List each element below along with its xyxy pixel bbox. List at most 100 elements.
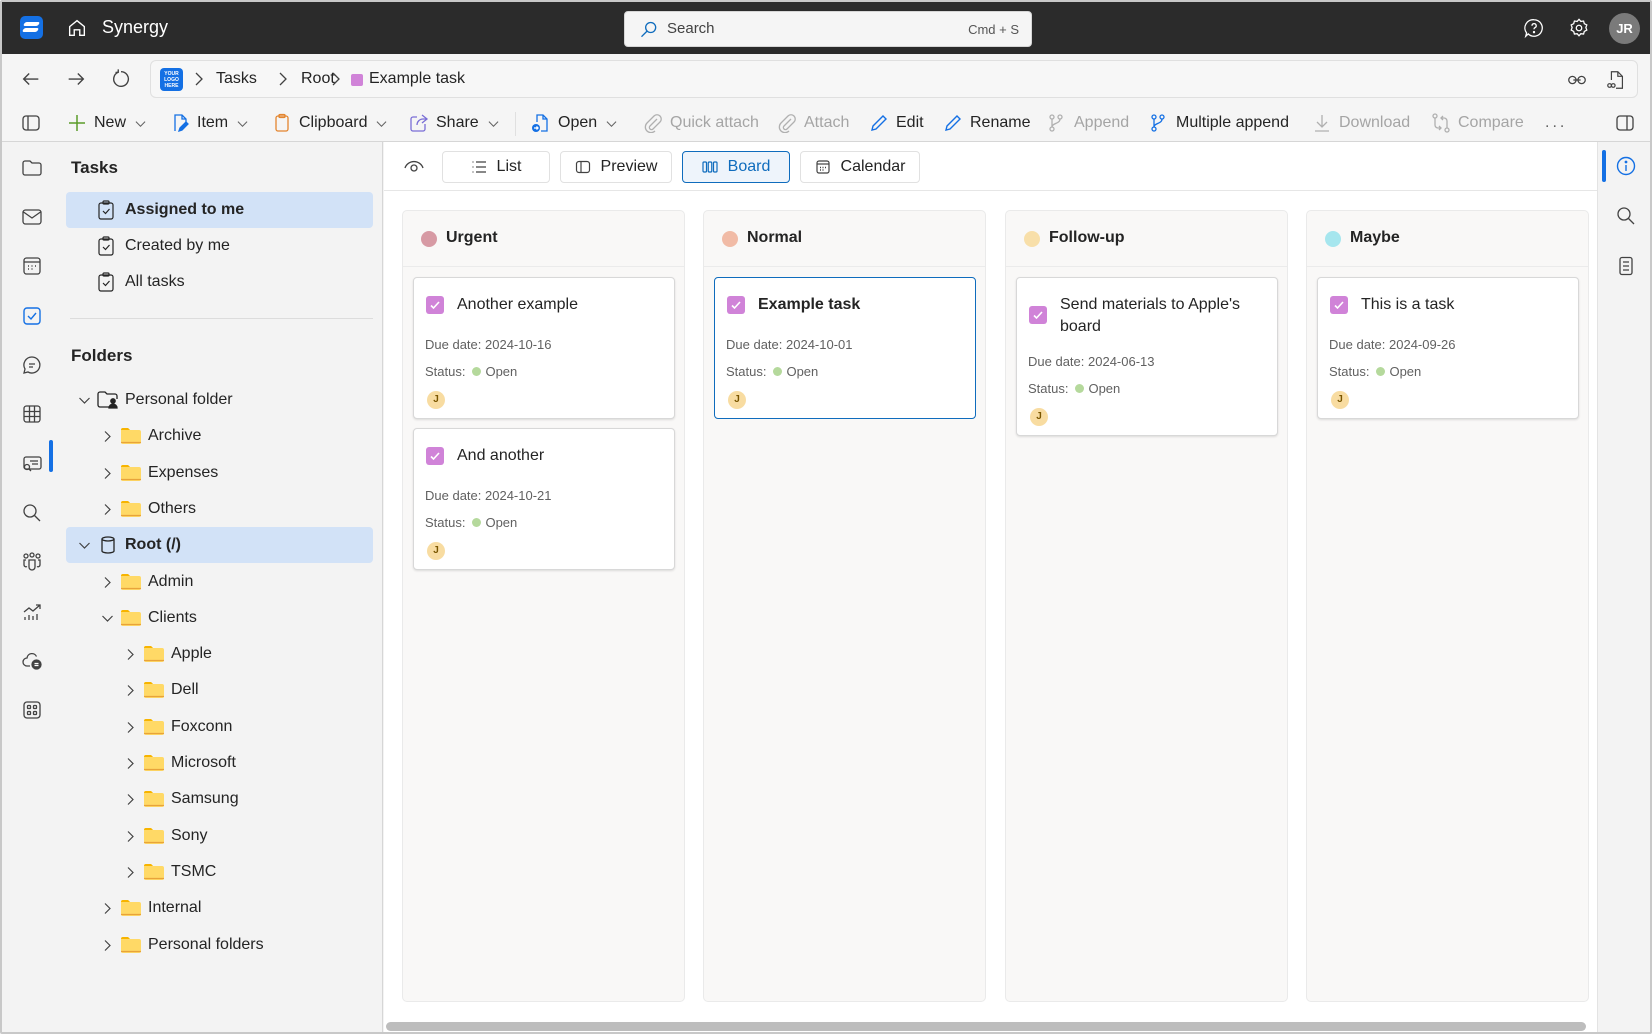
- tree-item-dell[interactable]: Dell: [66, 672, 373, 708]
- tab-board[interactable]: Board: [682, 151, 790, 183]
- new-button[interactable]: New: [67, 110, 146, 136]
- edit-button[interactable]: Edit: [869, 110, 924, 136]
- toggle-details-pane-icon[interactable]: [1615, 113, 1635, 133]
- clipboard-button[interactable]: Clipboard: [272, 110, 387, 136]
- chevron-right-icon[interactable]: [124, 866, 137, 879]
- task-card[interactable]: And another Due date: 2024-10-21 Status: Op…: [413, 428, 675, 570]
- visibility-eye-icon[interactable]: [403, 157, 425, 175]
- chevron-right-icon[interactable]: [101, 467, 114, 480]
- mail-icon[interactable]: [21, 206, 43, 228]
- chevron-right-icon[interactable]: [101, 576, 114, 589]
- search-document-icon[interactable]: [21, 453, 43, 475]
- multiple-append-button[interactable]: Multiple append: [1149, 110, 1289, 136]
- apps-grid-icon[interactable]: [21, 699, 43, 721]
- task-view-assigned-to-me[interactable]: Assigned to me: [66, 192, 373, 228]
- copy-link-icon[interactable]: [1566, 69, 1588, 91]
- chevron-down-icon[interactable]: [78, 539, 91, 552]
- analytics-chart-icon[interactable]: [21, 601, 43, 623]
- settings-gear-icon[interactable]: [1568, 17, 1590, 39]
- refresh-icon[interactable]: [110, 68, 132, 90]
- assignee-avatar[interactable]: J: [427, 542, 445, 560]
- chevron-right-icon[interactable]: [101, 939, 114, 952]
- task-title[interactable]: And another: [457, 445, 657, 467]
- task-checkbox[interactable]: [1330, 296, 1348, 314]
- tab-preview[interactable]: Preview: [560, 151, 672, 183]
- horizontal-scrollbar[interactable]: [386, 1022, 1586, 1031]
- cloud-sync-icon[interactable]: [21, 650, 43, 672]
- home-icon[interactable]: [66, 17, 88, 39]
- assignee-avatar[interactable]: J: [1331, 391, 1349, 409]
- people-team-icon[interactable]: [21, 551, 43, 573]
- share-button[interactable]: Share: [409, 110, 499, 136]
- tab-list[interactable]: List: [442, 151, 550, 183]
- assignee-avatar[interactable]: J: [728, 391, 746, 409]
- table-grid-icon[interactable]: [21, 403, 43, 425]
- task-checkbox[interactable]: [426, 447, 444, 465]
- help-icon[interactable]: [1523, 17, 1545, 39]
- task-view-all-tasks[interactable]: All tasks: [66, 264, 373, 300]
- open-button[interactable]: Open: [531, 110, 617, 136]
- task-card[interactable]: This is a task Due date: 2024-09-26 Status…: [1317, 277, 1579, 419]
- organization-logo[interactable]: YOUR LOGO HERE: [160, 68, 183, 91]
- task-checkbox[interactable]: [727, 296, 745, 314]
- tree-item-others[interactable]: Others: [66, 491, 373, 527]
- tree-item-personal-folders[interactable]: Personal folders: [66, 927, 373, 963]
- user-avatar[interactable]: JR: [1609, 13, 1640, 44]
- append-button[interactable]: Append: [1047, 110, 1129, 136]
- tree-item-admin[interactable]: Admin: [66, 564, 373, 600]
- search-icon[interactable]: [1615, 205, 1637, 227]
- document-link-icon[interactable]: [1605, 69, 1627, 91]
- tree-item-samsung[interactable]: Samsung: [66, 781, 373, 817]
- quick-attach-button[interactable]: Quick attach: [643, 110, 759, 136]
- back-arrow-icon[interactable]: [20, 68, 42, 90]
- search-input[interactable]: Search Cmd + S: [624, 11, 1032, 47]
- folder-icon[interactable]: [21, 157, 43, 179]
- chevron-down-icon[interactable]: [101, 612, 114, 625]
- assignee-avatar[interactable]: J: [1030, 408, 1048, 426]
- attach-button[interactable]: Attach: [777, 110, 849, 136]
- task-card[interactable]: Another example Due date: 2024-10-16 Statu…: [413, 277, 675, 419]
- chevron-right-icon[interactable]: [124, 721, 137, 734]
- item-button[interactable]: Item: [170, 110, 248, 136]
- tasks-icon[interactable]: [21, 305, 43, 327]
- app-logo-icon[interactable]: [20, 16, 43, 39]
- tree-item-expenses[interactable]: Expenses: [66, 455, 373, 491]
- assignee-avatar[interactable]: J: [427, 391, 445, 409]
- calendar-icon[interactable]: [21, 255, 43, 277]
- more-options-button[interactable]: ...: [1545, 110, 1567, 136]
- forward-arrow-icon[interactable]: [65, 68, 87, 90]
- tree-item-archive[interactable]: Archive: [66, 418, 373, 454]
- download-button[interactable]: Download: [1312, 110, 1410, 136]
- tree-item-foxconn[interactable]: Foxconn: [66, 709, 373, 745]
- tree-item-apple[interactable]: Apple: [66, 636, 373, 672]
- chat-icon[interactable]: [21, 354, 43, 376]
- chevron-right-icon[interactable]: [101, 503, 114, 516]
- tree-item-clients[interactable]: Clients: [66, 600, 373, 636]
- search-icon[interactable]: [21, 502, 43, 524]
- task-title[interactable]: Another example: [457, 294, 657, 316]
- compare-button[interactable]: Compare: [1431, 110, 1524, 136]
- chevron-down-icon[interactable]: [78, 394, 91, 407]
- chevron-right-icon[interactable]: [124, 757, 137, 770]
- tree-item-sony[interactable]: Sony: [66, 818, 373, 854]
- breadcrumb-current[interactable]: Example task: [369, 70, 465, 88]
- tree-item-tsmc[interactable]: TSMC: [66, 854, 373, 890]
- chevron-right-icon[interactable]: [101, 902, 114, 915]
- tree-item-root[interactable]: Root (/): [66, 527, 373, 564]
- chevron-right-icon[interactable]: [101, 430, 114, 443]
- breadcrumb-tasks[interactable]: Tasks: [216, 70, 257, 88]
- task-view-created-by-me[interactable]: Created by me: [66, 228, 373, 264]
- rename-button[interactable]: Rename: [943, 110, 1030, 136]
- chevron-right-icon[interactable]: [124, 830, 137, 843]
- toggle-sidebar-icon[interactable]: [21, 113, 41, 133]
- chevron-right-icon[interactable]: [124, 684, 137, 697]
- task-card[interactable]: Send materials to Apple's board Due date:…: [1016, 277, 1278, 436]
- tree-item-microsoft[interactable]: Microsoft: [66, 745, 373, 781]
- task-title[interactable]: Example task: [758, 294, 958, 316]
- chevron-right-icon[interactable]: [124, 648, 137, 661]
- info-icon[interactable]: [1615, 155, 1637, 177]
- tree-item-internal[interactable]: Internal: [66, 890, 373, 926]
- task-checkbox[interactable]: [426, 296, 444, 314]
- task-card[interactable]: Example task Due date: 2024-10-01 Status: O…: [714, 277, 976, 419]
- task-checkbox[interactable]: [1029, 306, 1047, 324]
